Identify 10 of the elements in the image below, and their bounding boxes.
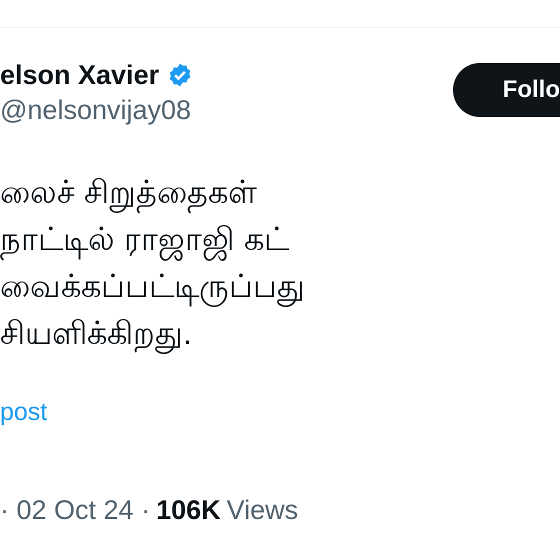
- tweet-text-line: நாட்டில் ராஜாஜி கட்: [0, 217, 560, 262]
- follow-button[interactable]: Follo: [452, 63, 560, 117]
- tweet-text-line: வைக்கப்பட்டிருப்பது: [0, 264, 560, 309]
- tweet-text-line: சியளிக்கிறது.: [0, 311, 560, 356]
- author-handle: @nelsonvijay08: [0, 94, 192, 127]
- tweet-text-line: லைச் சிறுத்தைகள்: [0, 170, 560, 215]
- views-count: 106K: [156, 494, 221, 526]
- post-date: · 02 Oct 24 ·: [0, 494, 150, 526]
- views-label: Views: [226, 494, 298, 526]
- author-name: elson Xavier: [0, 59, 160, 92]
